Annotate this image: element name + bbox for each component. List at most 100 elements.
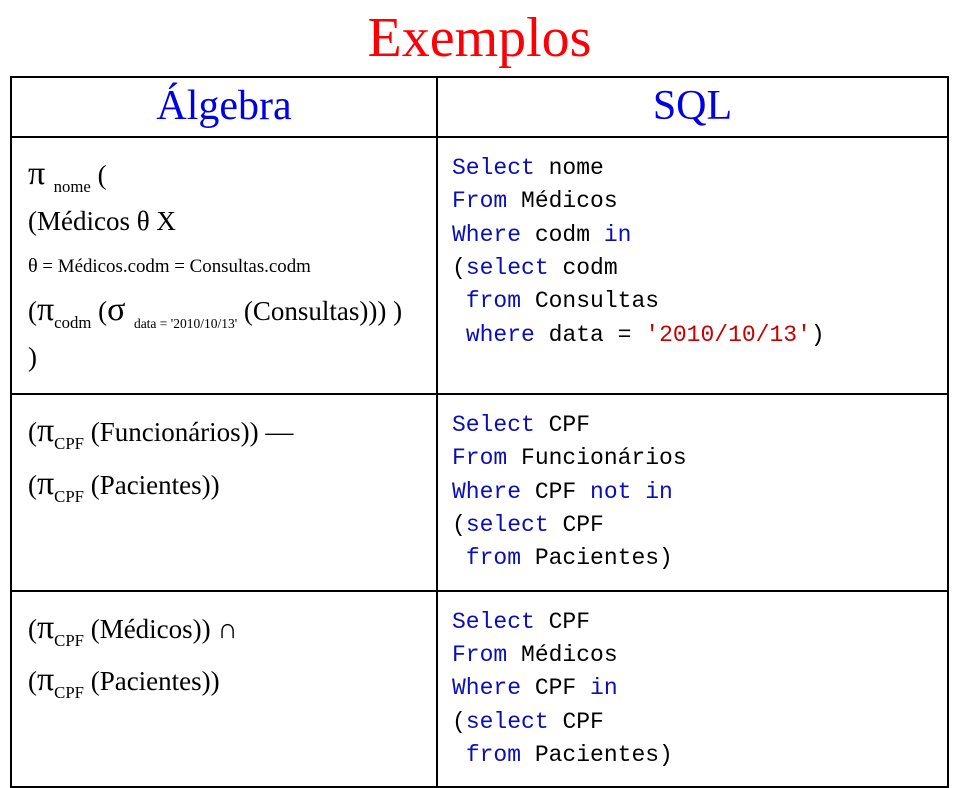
paren: ) [28, 342, 37, 372]
kw-select: Select [452, 412, 549, 438]
pi-symbol: π [37, 465, 54, 502]
slide-title: Exemplos [0, 0, 959, 76]
col: CPF [535, 479, 590, 505]
theta-symbol: θ [137, 206, 150, 236]
text: ( [91, 296, 107, 326]
table-row: (πCPF (Funcionários)) — (πCPF (Pacientes… [12, 393, 947, 590]
pi-sub: codm [54, 313, 91, 332]
sql-code-2: Select CPF From Funcionários Where CPF n… [438, 395, 947, 590]
col: CPF [562, 709, 603, 735]
kw-from: From [452, 445, 521, 471]
text: = Médicos.codm = Consultas.codm [38, 256, 311, 277]
paren: ( [91, 160, 107, 190]
table-header-row: Álgebra SQL [12, 78, 947, 136]
col: nome [549, 155, 604, 181]
col: CPF [535, 675, 590, 701]
kw-in: in [590, 675, 618, 701]
pi-symbol: π [37, 661, 54, 698]
paren: ( [452, 512, 466, 538]
table-row: (πCPF (Médicos)) ∩ (πCPF (Pacientes)) Se… [12, 590, 947, 787]
col: CPF [549, 609, 590, 635]
text: (Médicos)) [84, 614, 217, 644]
sql-code-3: Select CPF From Médicos Where CPF in (se… [438, 592, 947, 787]
paren: ( [28, 470, 37, 500]
pi-symbol: π [37, 609, 54, 646]
algebra-expr-1: π nome ( (Médicos θ X θ = Médicos.codm =… [12, 138, 436, 393]
sql-cell: Select CPF From Funcionários Where CPF n… [438, 395, 947, 590]
algebra-cell: (πCPF (Médicos)) ∩ (πCPF (Pacientes)) [12, 592, 438, 787]
tbl: Pacientes) [535, 742, 673, 768]
slide: Exemplos Álgebra SQL π nome ( (Médicos θ… [0, 0, 959, 699]
algebra-expr-3: (πCPF (Médicos)) ∩ (πCPF (Pacientes)) [12, 592, 436, 721]
kw-from: From [452, 188, 521, 214]
algebra-cell: π nome ( (Médicos θ X θ = Médicos.codm =… [12, 138, 438, 393]
tbl: Médicos [521, 642, 618, 668]
paren: ( [28, 417, 37, 447]
tbl: Médicos [521, 188, 618, 214]
table-row: π nome ( (Médicos θ X θ = Médicos.codm =… [12, 136, 947, 393]
pi-sub: CPF [54, 434, 84, 453]
pi-sub: CPF [54, 487, 84, 506]
paren: ( [28, 296, 37, 326]
col: codm [535, 222, 604, 248]
paren: ) [811, 322, 825, 348]
kw-in: in [604, 222, 632, 248]
kw-select: Select [452, 155, 549, 181]
sql-code-1: Select nome From Médicos Where codm in (… [438, 138, 947, 366]
header-sql: SQL [438, 78, 947, 136]
sigma-symbol: σ [107, 291, 134, 328]
kw-select: Select [452, 609, 549, 635]
space [452, 288, 466, 314]
comparison-table: Álgebra SQL π nome ( (Médicos θ X θ = Mé… [10, 76, 949, 788]
theta-symbol: θ [28, 255, 38, 277]
intersect-op: ∩ [217, 614, 237, 645]
paren: ( [452, 255, 466, 281]
sql-cell: Select CPF From Médicos Where CPF in (se… [438, 592, 947, 787]
pi-symbol: π [28, 155, 54, 192]
text: (Consultas))) ) [237, 296, 402, 326]
kw-from: from [466, 742, 535, 768]
kw-where: Where [452, 479, 535, 505]
col: CPF [549, 412, 590, 438]
pi-sub: CPF [54, 683, 84, 702]
header-algebra: Álgebra [12, 78, 438, 136]
col: codm [562, 255, 617, 281]
text: (Médicos [28, 206, 137, 236]
pi-symbol: π [37, 412, 54, 449]
kw-from: from [466, 288, 535, 314]
kw-select: select [466, 512, 563, 538]
kw-notin: not in [590, 479, 673, 505]
kw-select: select [466, 255, 563, 281]
space [452, 322, 466, 348]
space [452, 545, 466, 571]
kw-from: From [452, 642, 521, 668]
kw-from: from [466, 545, 535, 571]
kw-where: Where [452, 675, 535, 701]
header-sql-label: SQL [653, 83, 732, 129]
pi-sub: nome [54, 177, 91, 196]
text: (Pacientes)) [84, 666, 220, 696]
paren: ( [28, 666, 37, 696]
pi-symbol: π [37, 291, 54, 328]
paren: ( [452, 709, 466, 735]
tbl: Pacientes) [535, 545, 673, 571]
tbl: Consultas [535, 288, 659, 314]
header-algebra-label: Álgebra [156, 83, 291, 129]
text: (Funcionários)) [84, 417, 265, 447]
space [452, 742, 466, 768]
literal: '2010/10/13' [645, 322, 811, 348]
paren: ( [28, 614, 37, 644]
sigma-sub: data = '2010/10/13' [134, 316, 237, 331]
text: X [150, 206, 176, 236]
kw-where: Where [452, 222, 535, 248]
col: data = [549, 322, 646, 348]
algebra-cell: (πCPF (Funcionários)) — (πCPF (Pacientes… [12, 395, 438, 590]
minus-op: — [265, 417, 293, 448]
algebra-expr-2: (πCPF (Funcionários)) — (πCPF (Pacientes… [12, 395, 436, 524]
sql-cell: Select nome From Médicos Where codm in (… [438, 138, 947, 393]
kw-select: select [466, 709, 563, 735]
kw-where: where [466, 322, 549, 348]
pi-sub: CPF [54, 631, 84, 650]
col: CPF [562, 512, 603, 538]
text: (Pacientes)) [84, 470, 220, 500]
